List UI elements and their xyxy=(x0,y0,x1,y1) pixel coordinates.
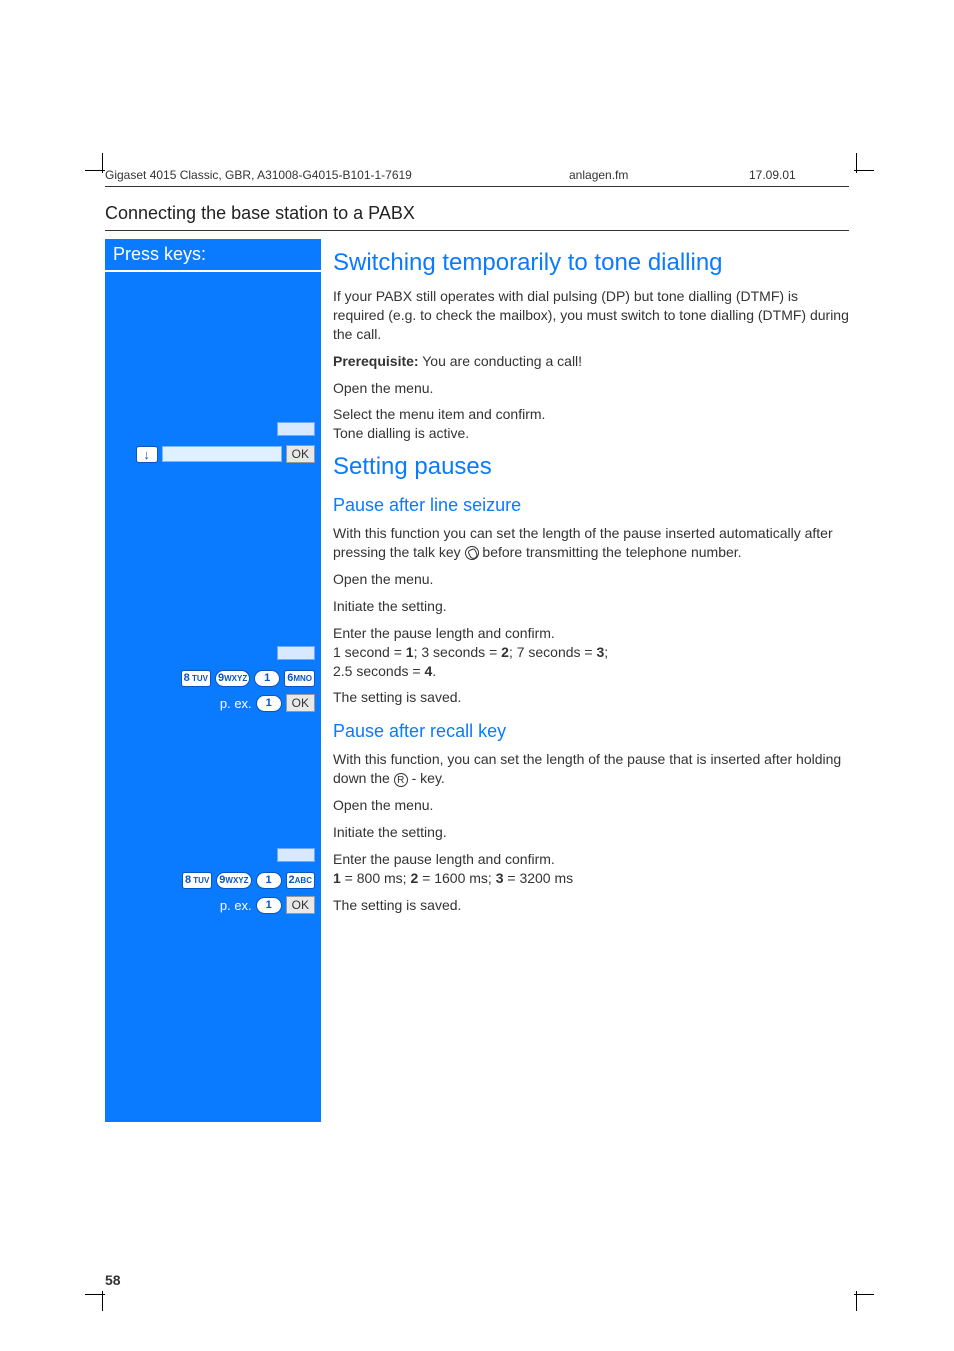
initiate-2: Initiate the setting. xyxy=(333,823,849,842)
menu-icon xyxy=(277,422,315,436)
select-confirm: Select the menu item and confirm. Tone d… xyxy=(333,405,849,443)
heading-switching: Switching temporarily to tone dialling xyxy=(333,249,849,277)
heading-line-seizure: Pause after line seizure xyxy=(333,495,849,516)
menu-open-2 xyxy=(277,646,315,660)
recall-icon: R xyxy=(394,773,408,787)
doc-date: 17.09.01 xyxy=(749,168,849,182)
example-row-2: p. ex. 1 OK xyxy=(220,896,315,914)
menu-field xyxy=(162,446,282,462)
key-1-ex: 1 xyxy=(256,695,282,712)
header-meta: Gigaset 4015 Classic, GBR, A31008-G4015-… xyxy=(105,168,849,187)
key-6: 6MNO xyxy=(284,670,315,687)
ok-button: OK xyxy=(286,694,315,712)
doc-file: anlagen.fm xyxy=(569,168,749,182)
example-prefix: p. ex. xyxy=(220,696,252,711)
key-1: 1 xyxy=(256,872,282,889)
section-title: Connecting the base station to a PABX xyxy=(105,203,849,231)
saved-1: The setting is saved. xyxy=(333,688,849,707)
example-row-1: p. ex. 1 OK xyxy=(220,694,315,712)
saved-2: The setting is saved. xyxy=(333,896,849,915)
prereq-label: Prerequisite: xyxy=(333,353,419,369)
menu-icon xyxy=(277,646,315,660)
para-recall: With this function, you can set the leng… xyxy=(333,750,849,788)
key-9: 9WXYZ xyxy=(216,872,251,889)
heading-recall: Pause after recall key xyxy=(333,721,849,742)
open-menu-2: Open the menu. xyxy=(333,570,849,589)
menu-open-3 xyxy=(277,848,315,862)
open-menu-1: Open the menu. xyxy=(333,379,849,398)
menu-open-1 xyxy=(277,422,315,436)
arrow-down-icon: ↓ xyxy=(136,446,158,463)
open-menu-3: Open the menu. xyxy=(333,796,849,815)
prereq-text: You are conducting a call! xyxy=(419,353,582,369)
initiate-1: Initiate the setting. xyxy=(333,597,849,616)
key-2: 2ABC xyxy=(286,872,315,889)
para-prereq: Prerequisite: You are conducting a call! xyxy=(333,352,849,371)
enter-confirm-2: Enter the pause length and confirm. 1 = … xyxy=(333,850,849,888)
key-8: 8 TUV xyxy=(182,872,212,889)
ok-button: OK xyxy=(286,445,315,463)
doc-id: Gigaset 4015 Classic, GBR, A31008-G4015-… xyxy=(105,168,569,182)
heading-pauses: Setting pauses xyxy=(333,453,849,481)
key-9: 9WXYZ xyxy=(215,670,250,687)
key-seq-2: 8 TUV 9WXYZ 1 2ABC xyxy=(182,872,315,889)
press-keys-header: Press keys: xyxy=(105,239,321,270)
key-1: 1 xyxy=(254,670,280,687)
enter-confirm-1: Enter the pause length and confirm. 1 se… xyxy=(333,624,849,681)
key-seq-1: 8 TUV 9WXYZ 1 6MNO xyxy=(181,670,315,687)
key-1-ex: 1 xyxy=(256,897,282,914)
menu-icon xyxy=(277,848,315,862)
talk-icon xyxy=(465,546,479,560)
select-confirm-row: ↓ OK xyxy=(136,445,315,463)
ok-button: OK xyxy=(286,896,315,914)
para-line-seizure: With this function you can set the lengt… xyxy=(333,524,849,562)
example-prefix: p. ex. xyxy=(220,898,252,913)
page-number: 58 xyxy=(105,1272,849,1288)
para-switching: If your PABX still operates with dial pu… xyxy=(333,287,849,344)
key-8: 8 TUV xyxy=(181,670,211,687)
